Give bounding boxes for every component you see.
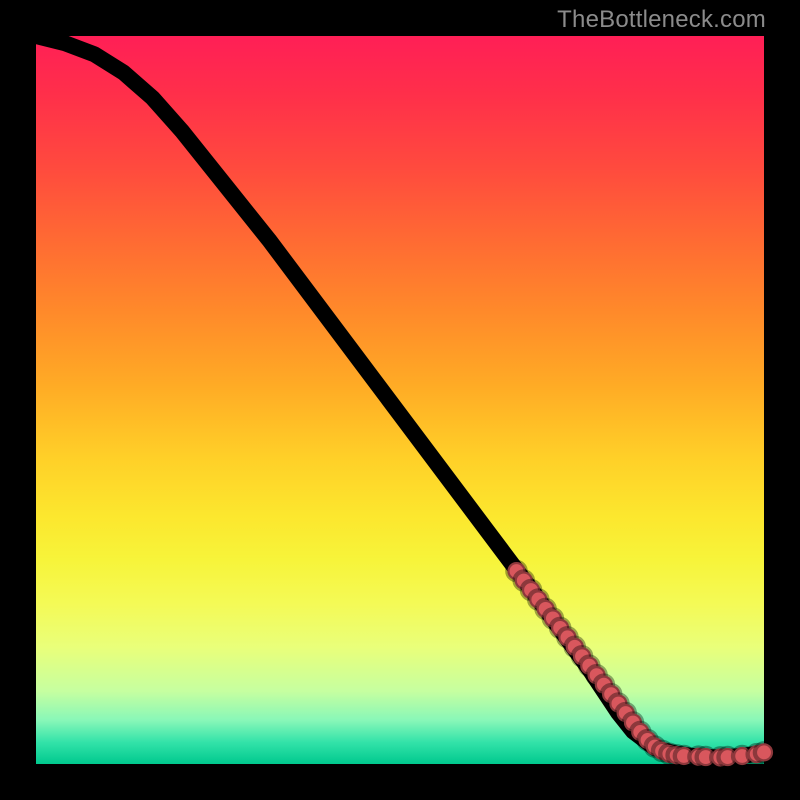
- chart-stage: TheBottleneck.com: [0, 0, 800, 800]
- curve-line: [36, 36, 764, 757]
- scatter-point: [755, 743, 773, 761]
- chart-overlay: [36, 36, 764, 764]
- watermark-text: TheBottleneck.com: [557, 6, 766, 34]
- scatter-points: [507, 562, 773, 767]
